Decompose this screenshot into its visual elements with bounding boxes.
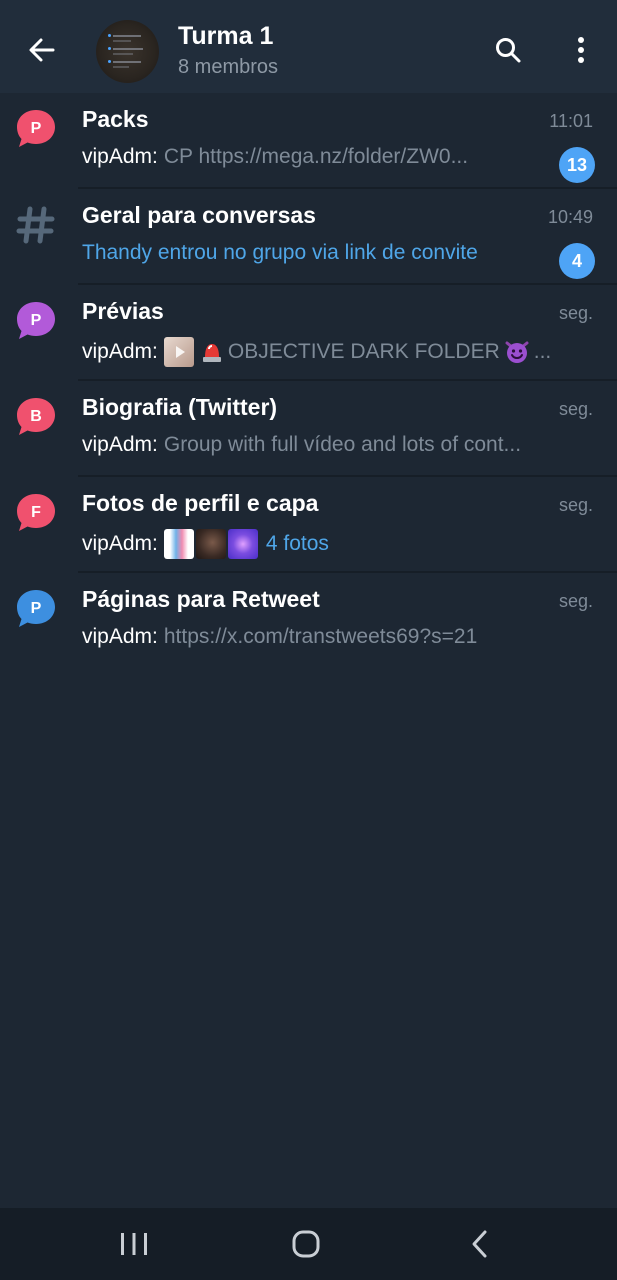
play-icon	[175, 346, 185, 358]
topic-preview: vipAdm: Group with full vídeo and lots o…	[82, 433, 602, 457]
topic-bubble-icon: P	[17, 590, 55, 627]
topic-time: seg.	[558, 399, 593, 419]
topic-item[interactable]: P Prévias seg. vipAdm: OBJECTIVE DARK FO…	[0, 285, 617, 381]
group-avatar[interactable]	[96, 20, 159, 83]
topic-time: seg.	[558, 495, 593, 515]
topic-bubble-icon: B	[17, 398, 55, 435]
hashtag-icon	[16, 206, 55, 244]
search-icon	[496, 38, 521, 63]
topic-title: Fotos de perfil e capa	[82, 490, 319, 516]
svg-text:P: P	[31, 600, 42, 617]
topic-item[interactable]: Geral para conversas 10:49 Thandy entrou…	[0, 189, 617, 285]
topic-preview: vipAdm: https://x.com/transtweets69?s=21	[82, 625, 602, 649]
svg-text:B: B	[30, 408, 42, 425]
topic-preview: vipAdm: CP https://mega.nz/folder/ZW0...	[82, 145, 552, 169]
message-text: OBJECTIVE DARK FOLDER	[227, 340, 500, 363]
system-navigation-bar	[0, 1208, 617, 1280]
sender-name: vipAdm:	[82, 145, 158, 168]
topic-preview: vipAdm: OBJECTIVE DARK FOLDER ...	[82, 337, 602, 367]
back-button[interactable]	[22, 30, 62, 70]
message-text: CP https://mega.nz/folder/ZW0...	[163, 145, 469, 168]
message-text: Thandy entrou no grupo via link de convi…	[82, 241, 478, 264]
smiling-devil-icon	[504, 339, 530, 365]
topic-title: Prévias	[82, 298, 164, 324]
topic-item[interactable]: P Packs 11:01 vipAdm: CP https://mega.nz…	[0, 93, 617, 189]
more-vertical-icon	[578, 37, 584, 63]
app-header: Turma 1 8 membros	[0, 0, 617, 93]
message-text: Group with full vídeo and lots of cont..…	[163, 433, 522, 456]
topic-title: Geral para conversas	[82, 202, 316, 228]
topic-bubble-icon: P	[17, 302, 55, 339]
recent-apps-icon[interactable]	[118, 1230, 150, 1258]
svg-text:P: P	[31, 120, 42, 137]
member-count: 8 membros	[178, 56, 279, 78]
system-back-icon[interactable]	[466, 1228, 494, 1260]
svg-text:F: F	[31, 504, 41, 521]
more-options-button[interactable]	[565, 32, 597, 68]
home-icon[interactable]	[290, 1228, 322, 1260]
topic-time: 10:49	[547, 207, 593, 227]
chat-title[interactable]: Turma 1	[178, 22, 273, 51]
topic-item[interactable]: B Biografia (Twitter) seg. vipAdm: Group…	[0, 381, 617, 477]
sender-name: vipAdm:	[82, 625, 158, 648]
topic-item[interactable]: F Fotos de perfil e capa seg. vipAdm: 4 …	[0, 477, 617, 573]
topic-item[interactable]: P Páginas para Retweet seg. vipAdm: http…	[0, 573, 617, 669]
message-text: 4 fotos	[265, 532, 329, 555]
sender-name: vipAdm:	[82, 532, 158, 555]
topic-title: Biografia (Twitter)	[82, 394, 278, 420]
message-text: https://x.com/transtweets69?s=21	[163, 625, 478, 648]
arrow-left-icon	[29, 38, 55, 62]
photo-thumbnail	[163, 529, 194, 559]
topic-preview: Thandy entrou no grupo via link de convi…	[82, 241, 552, 265]
topic-bubble-icon: F	[17, 494, 55, 531]
video-thumbnail	[163, 337, 194, 367]
topic-title: Packs	[82, 106, 149, 132]
topic-time: 11:01	[549, 111, 593, 131]
topic-preview: vipAdm: 4 fotos	[82, 529, 602, 559]
topic-time: seg.	[558, 303, 593, 323]
topic-time: seg.	[558, 591, 593, 611]
message-trailing: ...	[533, 340, 552, 363]
topic-title: Páginas para Retweet	[82, 586, 320, 612]
photo-thumbnail	[195, 529, 226, 559]
sender-name: vipAdm:	[82, 433, 158, 456]
unread-badge: 4	[559, 243, 595, 279]
unread-badge: 13	[559, 147, 595, 183]
svg-text:P: P	[31, 312, 42, 329]
search-button[interactable]	[490, 32, 526, 68]
sender-name: vipAdm:	[82, 340, 158, 363]
photo-thumbnail	[227, 529, 258, 559]
topic-bubble-icon: P	[17, 110, 55, 147]
siren-icon	[200, 339, 224, 365]
